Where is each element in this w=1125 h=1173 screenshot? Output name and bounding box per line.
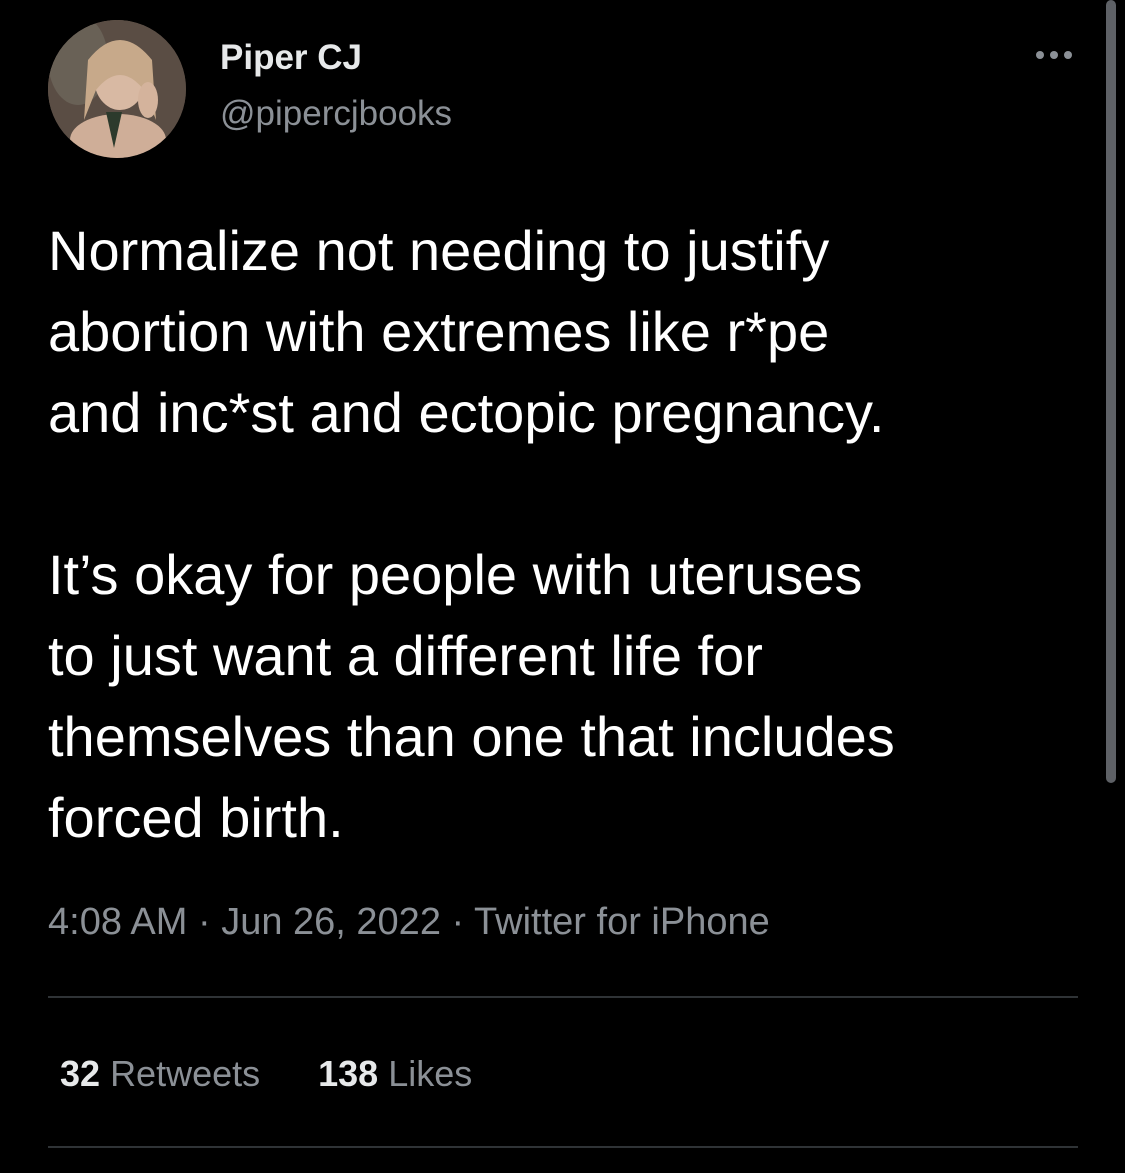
tweet-source[interactable]: Twitter for iPhone	[474, 901, 770, 943]
scrollbar[interactable]	[1106, 0, 1116, 783]
tweet-date[interactable]: Jun 26, 2022	[221, 901, 441, 943]
more-dot	[1050, 51, 1058, 59]
avatar[interactable]	[48, 20, 186, 158]
retweets-count: 32	[60, 1053, 101, 1094]
more-dot	[1064, 51, 1072, 59]
tweet-metadata: 4:08 AM · Jun 26, 2022 · Twitter for iPh…	[48, 896, 770, 948]
divider	[48, 996, 1078, 998]
meta-separator: ·	[187, 901, 222, 943]
meta-separator: ·	[440, 901, 475, 943]
likes-label: Likes	[388, 1053, 473, 1094]
likes-count: 138	[318, 1053, 379, 1094]
avatar-image	[48, 20, 186, 158]
tweet-stats: 32 Retweets 138 Likes	[60, 1050, 472, 1098]
more-horizontal-icon[interactable]	[1028, 40, 1080, 70]
divider	[48, 1146, 1078, 1148]
tweet-detail: Piper CJ @pipercjbooks Normalize not nee…	[0, 0, 1125, 1173]
more-dot	[1036, 51, 1044, 59]
tweet-text: Normalize not needing to justify abortio…	[48, 219, 895, 849]
retweets-label: Retweets	[110, 1053, 261, 1094]
author-display-name[interactable]: Piper CJ	[220, 36, 362, 80]
retweets-stat[interactable]: 32 Retweets	[60, 1050, 260, 1098]
tweet-time[interactable]: 4:08 AM	[48, 901, 187, 943]
likes-stat[interactable]: 138 Likes	[318, 1050, 472, 1098]
author-handle[interactable]: @pipercjbooks	[220, 92, 452, 136]
